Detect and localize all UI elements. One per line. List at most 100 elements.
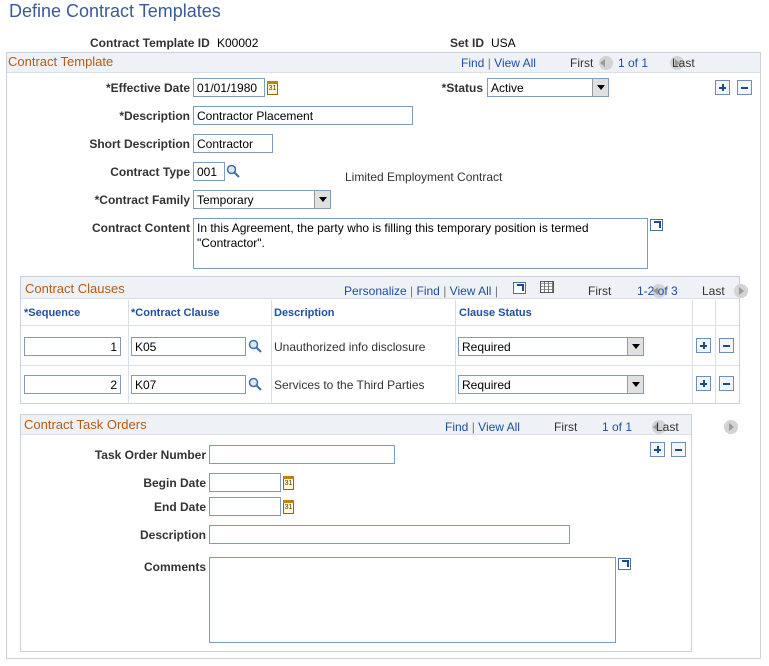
setid-label: Set ID <box>450 36 485 50</box>
contract-type-description: Limited Employment Contract <box>345 170 503 184</box>
chevron-down-icon <box>627 338 643 355</box>
status-label: *Status <box>441 81 483 95</box>
contract-type-label: Contract Type <box>110 165 190 179</box>
clause-lookup-icon[interactable] <box>248 339 262 353</box>
end-date-input[interactable] <box>209 497 281 516</box>
comments-expand-icon[interactable] <box>618 558 631 570</box>
contract-content-label: Contract Content <box>92 221 190 235</box>
clauses-first-label: First <box>588 284 612 298</box>
clause-sequence-input[interactable] <box>24 375 121 394</box>
clauses-find-link[interactable]: Find <box>417 284 440 298</box>
spreadsheet-download-icon[interactable] <box>540 281 554 293</box>
clauses-view-all-link[interactable]: View All <box>450 284 492 298</box>
task-description-label: Description <box>139 528 206 542</box>
col-divider <box>692 300 693 403</box>
chevron-down-icon <box>592 79 608 96</box>
status-selected-value: Active <box>491 81 524 95</box>
clause-status-value: Required <box>462 378 511 392</box>
template-view-all-link[interactable]: View All <box>494 56 536 70</box>
clause-description: Unauthorized info disclosure <box>274 340 426 354</box>
clause-description: Services to the Third Parties <box>274 378 425 392</box>
nav-separator: | <box>410 284 414 298</box>
template-last-label: Last <box>672 56 695 70</box>
comments-label: Comments <box>143 560 206 574</box>
clause-delete-row-icon[interactable] <box>719 376 734 391</box>
col-divider <box>128 300 129 403</box>
clauses-zoom-icon[interactable] <box>513 282 526 294</box>
clause-status-select[interactable]: Required <box>458 375 644 394</box>
task-orders-view-all-link[interactable]: View All <box>478 420 520 434</box>
task-order-add-row-icon[interactable] <box>650 442 665 457</box>
col-divider <box>455 300 456 403</box>
template-first-label: First <box>570 56 594 70</box>
col-description-header[interactable]: Description <box>274 307 335 319</box>
col-divider <box>271 300 272 403</box>
template-find-link[interactable]: Find <box>461 56 484 70</box>
contract-family-label: *Contract Family <box>94 193 190 207</box>
contract-family-select[interactable]: Temporary <box>193 190 331 209</box>
task-description-input[interactable] <box>209 525 570 544</box>
template-add-row-icon[interactable] <box>715 80 730 95</box>
nav-separator: | <box>487 56 491 70</box>
clause-code-input[interactable] <box>131 337 246 356</box>
description-input[interactable] <box>193 106 413 125</box>
task-orders-next-icon[interactable] <box>723 419 738 434</box>
contract-content-textarea[interactable]: In this Agreement, the party who is fill… <box>193 218 648 269</box>
template-prev-icon[interactable] <box>599 55 613 70</box>
status-select[interactable]: Active <box>487 78 609 97</box>
nav-separator: | <box>494 284 498 298</box>
clause-sequence-input[interactable] <box>24 337 121 356</box>
task-orders-find-link[interactable]: Find <box>445 420 468 434</box>
col-sequence-header[interactable]: *Sequence <box>24 307 80 319</box>
chevron-down-icon <box>314 191 330 208</box>
task-orders-range: 1 of 1 <box>602 420 633 434</box>
col-status-header[interactable]: Clause Status <box>459 307 532 319</box>
task-orders-nav: Find | View All <box>445 420 520 434</box>
clause-lookup-icon[interactable] <box>248 377 262 391</box>
contract-template-id-value: K00002 <box>217 36 259 50</box>
contract-content-expand-icon[interactable] <box>650 219 663 231</box>
comments-textarea[interactable] <box>209 557 616 643</box>
clause-add-row-icon[interactable] <box>696 338 711 353</box>
task-order-number-input[interactable] <box>209 445 395 464</box>
end-date-label: End Date <box>153 500 206 514</box>
task-order-number-label: Task Order Number <box>94 448 206 462</box>
clauses-next-icon[interactable] <box>734 283 749 298</box>
clause-status-select[interactable]: Required <box>458 337 644 356</box>
contract-template-title: Contract Template <box>8 54 114 69</box>
task-order-delete-row-icon[interactable] <box>671 442 686 457</box>
clauses-last-label: Last <box>702 284 725 298</box>
template-delete-row-icon[interactable] <box>737 80 752 95</box>
template-range: 1 of 1 <box>618 56 649 70</box>
clause-status-value: Required <box>462 340 511 354</box>
effective-date-input[interactable] <box>193 78 265 97</box>
task-orders-title: Contract Task Orders <box>24 417 147 432</box>
clause-code-input[interactable] <box>131 375 246 394</box>
setid-value: USA <box>491 36 516 50</box>
begin-date-calendar-icon[interactable]: 31 <box>283 476 294 490</box>
row-divider <box>21 365 739 366</box>
page-title: Define Contract Templates <box>9 1 221 21</box>
description-label: *Description <box>119 109 190 123</box>
chevron-down-icon <box>627 376 643 393</box>
contract-type-lookup-icon[interactable] <box>226 164 240 178</box>
task-orders-last-label: Last <box>656 420 679 434</box>
short-description-label: Short Description <box>89 137 190 151</box>
nav-separator: | <box>471 420 475 434</box>
effective-date-label: *Effective Date <box>105 81 190 95</box>
clauses-personalize-link[interactable]: Personalize <box>344 284 407 298</box>
contract-type-input[interactable] <box>193 162 225 181</box>
col-divider <box>715 300 716 403</box>
end-date-calendar-icon[interactable]: 31 <box>283 500 294 514</box>
clause-delete-row-icon[interactable] <box>719 338 734 353</box>
col-clause-header[interactable]: *Contract Clause <box>131 307 220 319</box>
contract-family-selected-value: Temporary <box>197 193 254 207</box>
begin-date-input[interactable] <box>209 473 281 492</box>
begin-date-label: Begin Date <box>143 476 206 490</box>
effective-date-calendar-icon[interactable]: 31 <box>267 81 278 95</box>
clauses-nav: Personalize | Find | View All | <box>344 284 498 298</box>
contract-clauses-title: Contract Clauses <box>25 281 125 296</box>
short-description-input[interactable] <box>193 134 273 153</box>
contract-template-id-label: Contract Template ID <box>90 36 210 50</box>
clause-add-row-icon[interactable] <box>696 376 711 391</box>
